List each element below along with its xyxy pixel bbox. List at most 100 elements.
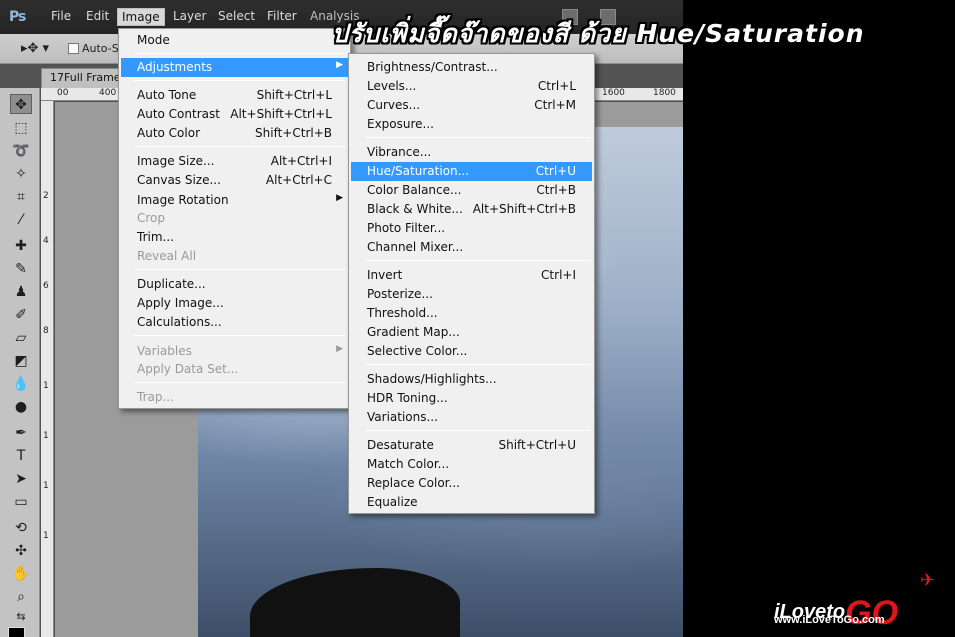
marquee-tool-icon[interactable]: ⬚ <box>10 118 32 138</box>
ruler-label: 00 <box>57 88 69 98</box>
photoshop-logo-icon: Ps <box>9 9 26 25</box>
menu-item-auto-color[interactable]: Auto Color Shift+Ctrl+B <box>121 124 348 143</box>
submenu-arrow-icon: ▶ <box>336 193 343 203</box>
path-selection-tool-icon[interactable]: ➤ <box>10 469 32 489</box>
zoom-tool-icon[interactable]: ⌕ <box>10 587 32 607</box>
menu-select[interactable]: Select <box>218 9 255 23</box>
menu-separator <box>135 269 346 270</box>
menu-item-calculations[interactable]: Calculations... <box>121 313 348 332</box>
type-tool-icon[interactable]: T <box>10 446 32 466</box>
menu-item-selective-color[interactable]: Selective Color... <box>351 342 592 361</box>
menu-item-image-size[interactable]: Image Size... Alt+Ctrl+I <box>121 152 348 171</box>
menu-item-photo-filter[interactable]: Photo Filter... <box>351 219 592 238</box>
menu-item-auto-contrast[interactable]: Auto Contrast Alt+Shift+Ctrl+L <box>121 105 348 124</box>
menu-filter[interactable]: Filter <box>267 9 297 23</box>
menu-item-trim[interactable]: Trim... <box>121 228 348 247</box>
hand-tool-icon[interactable]: ✋ <box>10 564 32 584</box>
ruler-label: 6 <box>43 281 49 291</box>
crop-tool-icon[interactable]: ⌗ <box>10 187 32 207</box>
dodge-tool-icon[interactable]: ● <box>10 397 32 417</box>
pen-tool-icon[interactable]: ✒ <box>10 423 32 443</box>
eyedropper-tool-icon[interactable]: ⁄ <box>10 210 32 230</box>
menu-item-threshold[interactable]: Threshold... <box>351 304 592 323</box>
menu-image[interactable]: Image <box>117 8 165 26</box>
menu-separator <box>365 260 590 261</box>
paper-plane-icon: ✈ <box>920 570 936 591</box>
tutorial-title: ปรับเพิ่มจี๊ดจ๊าดของสี ด้วย Hue/Saturati… <box>332 19 865 48</box>
clone-stamp-tool-icon[interactable]: ♟ <box>10 282 32 302</box>
menu-layer[interactable]: Layer <box>173 9 206 23</box>
swap-colors-icon[interactable]: ⇆ <box>10 607 32 627</box>
menu-separator <box>135 53 346 54</box>
3d-orbit-tool-icon[interactable]: ✣ <box>10 541 32 561</box>
menu-item-invert[interactable]: Invert Ctrl+I <box>351 266 592 285</box>
document-tab[interactable]: 17Full Frame <box>41 68 123 88</box>
menu-separator <box>135 335 346 336</box>
menu-item-canvas-size[interactable]: Canvas Size... Alt+Ctrl+C <box>121 171 348 190</box>
menu-item-curves[interactable]: Curves... Ctrl+M <box>351 96 592 115</box>
menu-item-channel-mixer[interactable]: Channel Mixer... <box>351 238 592 257</box>
eraser-tool-icon[interactable]: ▱ <box>10 328 32 348</box>
menu-item-crop: Crop <box>137 211 166 225</box>
menu-separator <box>135 382 346 383</box>
vertical-ruler: 2 4 6 8 1 1 1 1 <box>41 101 54 637</box>
site-url: www.iLoveToGo.com <box>774 614 885 626</box>
menu-item-equalize[interactable]: Equalize <box>351 493 592 512</box>
menu-item-posterize[interactable]: Posterize... <box>351 285 592 304</box>
shape-tool-icon[interactable]: ▭ <box>10 492 32 512</box>
menu-separator <box>365 137 590 138</box>
menu-item-mode[interactable]: Mode <box>121 31 348 50</box>
menu-item-color-balance[interactable]: Color Balance... Ctrl+B <box>351 181 592 200</box>
ruler-label: 1 <box>43 531 49 541</box>
menu-item-vibrance[interactable]: Vibrance... <box>351 143 592 162</box>
menu-item-auto-tone[interactable]: Auto Tone Shift+Ctrl+L <box>121 86 348 105</box>
menu-item-apply-data-set: Apply Data Set... <box>137 362 239 376</box>
paint-bucket-tool-icon[interactable]: ◩ <box>10 351 32 371</box>
site-logo: ✈ iLovetoGO www.iLoveToGo.com <box>770 570 950 632</box>
ruler-label: 1 <box>43 431 49 441</box>
menu-file[interactable]: File <box>51 9 71 23</box>
menu-separator <box>365 364 590 365</box>
move-tool-icon[interactable]: ✥ <box>10 94 32 114</box>
menu-item-shadows-highlights[interactable]: Shadows/Highlights... <box>351 370 592 389</box>
submenu-arrow-icon: ▶ <box>336 60 343 70</box>
healing-brush-tool-icon[interactable]: ✚ <box>10 236 32 256</box>
brush-tool-icon[interactable]: ✎ <box>10 259 32 279</box>
ruler-label: 400 <box>99 88 117 98</box>
menu-separator <box>135 80 346 81</box>
auto-select-checkbox[interactable] <box>68 43 79 54</box>
menu-item-trap: Trap... <box>137 390 174 404</box>
menu-item-brightness-contrast[interactable]: Brightness/Contrast... <box>351 58 592 77</box>
menu-edit[interactable]: Edit <box>86 9 109 23</box>
menu-item-image-rotation[interactable]: Image Rotation ▶ <box>121 191 348 210</box>
menu-item-exposure[interactable]: Exposure... <box>351 115 592 134</box>
menu-item-variations[interactable]: Variations... <box>351 408 592 427</box>
lasso-tool-icon[interactable]: ➰ <box>10 141 32 161</box>
menu-item-levels[interactable]: Levels... Ctrl+L <box>351 77 592 96</box>
ruler-label: 1800 <box>653 88 676 98</box>
menu-item-gradient-map[interactable]: Gradient Map... <box>351 323 592 342</box>
ruler-label: 8 <box>43 326 49 336</box>
submenu-arrow-icon: ▶ <box>336 344 343 354</box>
menu-item-match-color[interactable]: Match Color... <box>351 455 592 474</box>
menu-item-apply-image[interactable]: Apply Image... <box>121 294 348 313</box>
blur-tool-icon[interactable]: 💧 <box>10 374 32 394</box>
menu-item-adjustments[interactable]: Adjustments ▶ <box>121 58 348 77</box>
image-menu: Mode Adjustments ▶ Auto Tone Shift+Ctrl+L … <box>118 28 351 409</box>
menu-separator <box>365 430 590 431</box>
menu-item-black-white[interactable]: Black & White... Alt+Shift+Ctrl+B <box>351 200 592 219</box>
menu-item-variables: Variables ▶ <box>137 344 343 358</box>
menu-item-desaturate[interactable]: Desaturate Shift+Ctrl+U <box>351 436 592 455</box>
menu-item-hdr-toning[interactable]: HDR Toning... <box>351 389 592 408</box>
ruler-label: 2 <box>43 191 49 201</box>
foreground-color-swatch[interactable] <box>8 627 25 637</box>
move-tool-preset-icon[interactable]: ▸✥ ▾ <box>21 41 49 56</box>
history-brush-tool-icon[interactable]: ✐ <box>10 305 32 325</box>
menu-item-hue-saturation[interactable]: Hue/Saturation... Ctrl+U <box>351 162 592 181</box>
3d-rotate-tool-icon[interactable]: ⟲ <box>10 518 32 538</box>
magic-wand-tool-icon[interactable]: ✧ <box>10 164 32 184</box>
menu-item-replace-color[interactable]: Replace Color... <box>351 474 592 493</box>
ruler-label: 1 <box>43 481 49 491</box>
menu-item-duplicate[interactable]: Duplicate... <box>121 275 348 294</box>
menu-item-reveal-all: Reveal All <box>137 249 197 263</box>
